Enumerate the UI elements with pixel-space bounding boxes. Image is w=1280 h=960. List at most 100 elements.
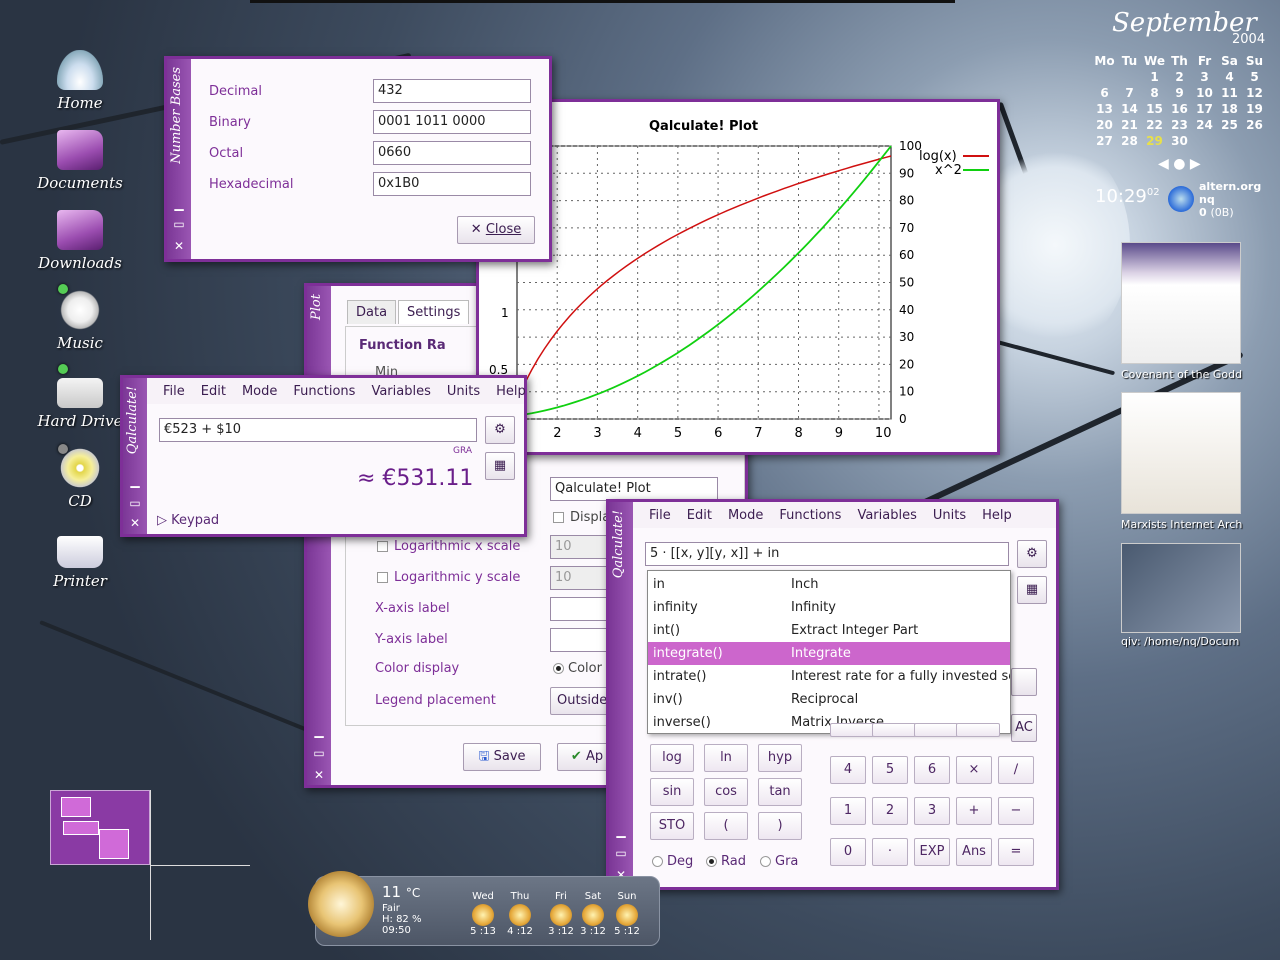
minimize-icon[interactable]: ▁ (123, 474, 147, 488)
minimize-icon[interactable]: ▁ (167, 197, 191, 211)
calendar-day[interactable]: 21 (1117, 118, 1142, 134)
maximize-icon[interactable]: ▭ (123, 496, 147, 510)
execute-button[interactable]: ⚙ (1017, 540, 1047, 568)
menu-functions[interactable]: Functions (771, 508, 849, 523)
menu-mode[interactable]: Mode (720, 508, 771, 523)
key-multiply[interactable]: × (956, 756, 992, 784)
calendar-day[interactable]: 4 (1217, 70, 1242, 86)
calendar-day[interactable]: 24 (1192, 118, 1217, 134)
display-checkbox[interactable]: Displa (553, 510, 610, 525)
decimal-field[interactable]: 432 (373, 79, 531, 103)
key-6[interactable]: 6 (914, 756, 950, 784)
key-open-paren[interactable]: ( (704, 812, 748, 840)
execute-button[interactable]: ⚙ (485, 416, 515, 444)
calendar-day[interactable]: 28 (1117, 134, 1142, 150)
calendar-day[interactable]: 8 (1142, 86, 1167, 102)
calendar-day[interactable]: 10 (1192, 86, 1217, 102)
calendar-day[interactable]: 14 (1117, 102, 1142, 118)
calendar-day[interactable]: 19 (1242, 102, 1267, 118)
plot-title-input[interactable]: Qalculate! Plot (550, 477, 718, 501)
key-hyp[interactable]: hyp (758, 744, 802, 772)
desktop-icon-home[interactable]: Home (25, 50, 135, 112)
keypad-key[interactable] (872, 723, 916, 737)
clear-all-button[interactable]: AC (1011, 714, 1037, 742)
key-exp[interactable]: EXP (914, 838, 950, 866)
calendar-day[interactable]: 2 (1167, 70, 1192, 86)
keypad-key[interactable] (830, 723, 874, 737)
calendar-day[interactable]: 5 (1242, 70, 1267, 86)
maximize-icon[interactable]: ▭ (609, 846, 633, 860)
store-button[interactable]: ▦ (1017, 576, 1047, 604)
key-decimal[interactable]: · (872, 838, 908, 866)
menu-help[interactable]: Help (488, 384, 534, 399)
menu-functions[interactable]: Functions (285, 384, 363, 399)
key-2[interactable]: 2 (872, 797, 908, 825)
close-button[interactable]: ✕ Close (457, 216, 535, 244)
tab-settings[interactable]: Settings (398, 300, 470, 324)
desktop-icon-music[interactable]: Music (25, 290, 135, 352)
key-5[interactable]: 5 (872, 756, 908, 784)
keypad-key[interactable] (956, 723, 1000, 737)
window-thumbnail[interactable] (1121, 392, 1241, 514)
completion-item[interactable]: inv() Reciprocal (648, 688, 1010, 711)
tab-data[interactable]: Data (347, 300, 397, 324)
completion-item[interactable]: infinity Infinity (648, 596, 1010, 619)
key-3[interactable]: 3 (914, 797, 950, 825)
calendar-day[interactable]: 13 (1092, 102, 1117, 118)
hexadecimal-field[interactable]: 0x1B0 (373, 172, 531, 196)
calendar-day[interactable]: 18 (1217, 102, 1242, 118)
expression-input[interactable]: 5 · [[x, y][y, x]] + in (645, 542, 1009, 566)
legend-placement-select[interactable]: Outside (550, 687, 610, 715)
calendar-day[interactable]: 29 (1142, 134, 1167, 150)
save-button[interactable]: 🖫 Save (463, 743, 541, 771)
keypad-toggle[interactable]: ▷ Keypad (157, 513, 219, 528)
keypad-key[interactable] (1011, 668, 1037, 696)
key-divide[interactable]: ∕ (998, 756, 1034, 784)
maximize-icon[interactable]: ▭ (307, 746, 331, 760)
log-y-base-input[interactable]: 10 (550, 566, 610, 590)
close-icon[interactable]: ✕ (307, 768, 331, 782)
calendar-day[interactable]: 9 (1167, 86, 1192, 102)
binary-field[interactable]: 0001 1011 0000 (373, 110, 531, 134)
key-minus[interactable]: − (998, 797, 1034, 825)
calendar-day[interactable]: 6 (1092, 86, 1117, 102)
minimize-icon[interactable]: ▁ (307, 724, 331, 738)
close-icon[interactable]: ✕ (123, 516, 147, 530)
key-ln[interactable]: ln (704, 744, 748, 772)
log-y-checkbox[interactable]: Logarithmic y scale (377, 570, 520, 585)
completion-item[interactable]: intrate() Interest rate for a fully inves… (648, 665, 1010, 688)
key-ans[interactable]: Ans (956, 838, 992, 866)
key-plus[interactable]: + (956, 797, 992, 825)
desktop-icon-cd[interactable]: CD (25, 448, 135, 510)
calendar-day[interactable]: 12 (1242, 86, 1267, 102)
calendar-day[interactable]: 27 (1092, 134, 1117, 150)
maximize-icon[interactable]: ▭ (167, 217, 191, 231)
window-thumbnail[interactable] (1121, 242, 1241, 364)
key-sto[interactable]: STO (650, 812, 694, 840)
calendar-day[interactable]: 23 (1167, 118, 1192, 134)
menu-edit[interactable]: Edit (193, 384, 234, 399)
store-button[interactable]: ▦ (485, 452, 515, 480)
completion-item-selected[interactable]: integrate() Integrate (648, 642, 1010, 665)
key-close-paren[interactable]: ) (758, 812, 802, 840)
calendar-day[interactable]: 22 (1142, 118, 1167, 134)
calendar-day[interactable]: 15 (1142, 102, 1167, 118)
calendar-day[interactable]: 16 (1167, 102, 1192, 118)
keypad-key[interactable] (914, 723, 958, 737)
desktop-icon-documents[interactable]: Documents (25, 130, 135, 192)
calendar-day[interactable]: 7 (1117, 86, 1142, 102)
menu-file[interactable]: File (155, 384, 193, 399)
calendar-day[interactable]: 11 (1217, 86, 1242, 102)
menu-file[interactable]: File (641, 508, 679, 523)
menu-units[interactable]: Units (925, 508, 974, 523)
calendar-day[interactable]: 20 (1092, 118, 1117, 134)
desktop-pager[interactable] (50, 790, 150, 865)
menu-variables[interactable]: Variables (849, 508, 924, 523)
x-axis-input[interactable] (550, 597, 610, 621)
key-sin[interactable]: sin (650, 778, 694, 806)
menu-edit[interactable]: Edit (679, 508, 720, 523)
desktop-icon-hard-drive[interactable]: Hard Drive (25, 368, 135, 430)
octal-field[interactable]: 0660 (373, 141, 531, 165)
desktop-icon-downloads[interactable]: Downloads (25, 210, 135, 272)
close-icon[interactable]: ✕ (167, 239, 191, 253)
